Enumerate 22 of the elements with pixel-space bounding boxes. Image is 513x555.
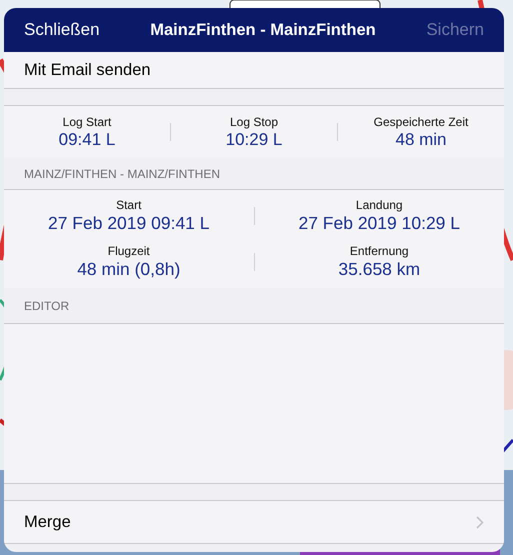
editor-field[interactable] xyxy=(4,323,504,484)
stat-value: 35.658 km xyxy=(338,259,420,280)
stat-label: Log Start xyxy=(62,114,112,128)
close-button[interactable]: Schließen xyxy=(24,20,100,40)
stat-label: Start xyxy=(116,198,142,212)
stat-label: Entfernung xyxy=(350,244,409,258)
stat-value: 48 min xyxy=(395,130,447,150)
stat-label: Gespeicherte Zeit xyxy=(374,114,468,128)
stat-label: Log Stop xyxy=(230,114,278,128)
stat-value: 09:41 L xyxy=(58,130,116,150)
merge-row[interactable]: Merge xyxy=(4,501,504,544)
chevron-icon xyxy=(476,516,484,528)
stat-value: 48 min (0,8h) xyxy=(77,259,180,280)
stat-label: Landung xyxy=(356,198,403,212)
section-header: EDITOR xyxy=(24,298,70,312)
window-title: MainzFinthen - MainzFinthen xyxy=(150,20,376,40)
stat-value: 27 Feb 2019 10:29 L xyxy=(298,213,460,234)
stat-value: 27 Feb 2019 09:41 L xyxy=(48,213,210,234)
stat-value: 10:29 L xyxy=(226,130,282,150)
email-row[interactable]: Mit Email senden xyxy=(4,52,504,89)
section-header: MAINZ/FINTHEN - MAINZ/FINTHEN xyxy=(24,166,220,180)
stat-label: Flugzeit xyxy=(108,244,150,258)
